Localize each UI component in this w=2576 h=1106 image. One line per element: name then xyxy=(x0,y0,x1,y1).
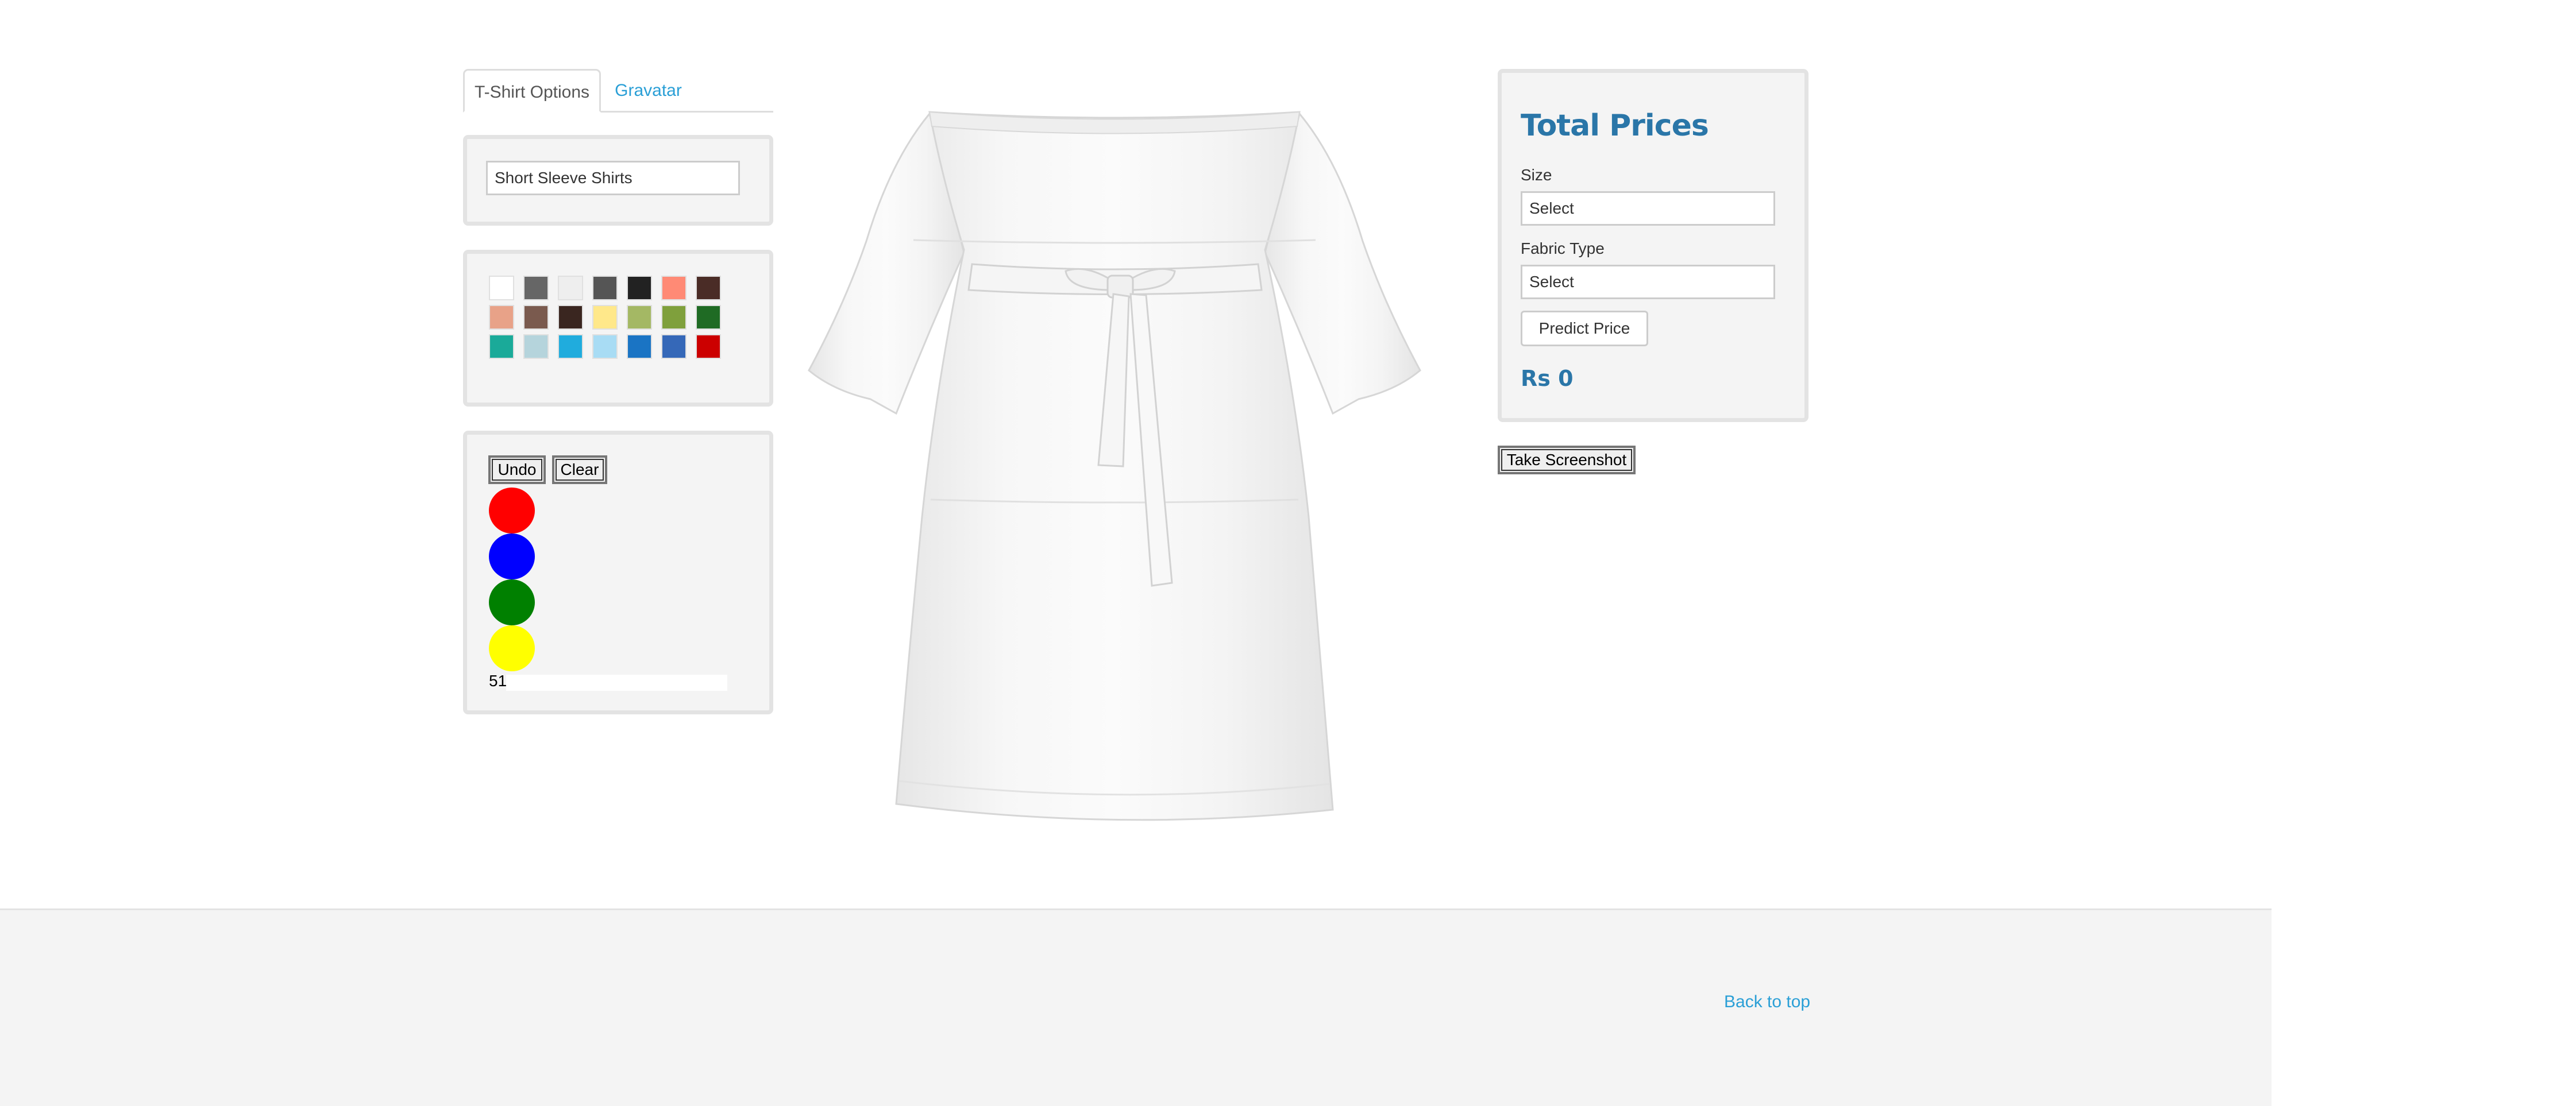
drawing-tools-panel: Undo Clear 51 xyxy=(463,431,773,714)
color-swatch[interactable] xyxy=(592,305,618,330)
fabric-type-select[interactable]: Select xyxy=(1521,265,1775,299)
color-swatch[interactable] xyxy=(627,276,652,300)
color-swatch[interactable] xyxy=(489,334,514,359)
color-swatch[interactable] xyxy=(627,334,652,359)
options-tabs: T-Shirt Options Gravatar xyxy=(463,69,773,113)
color-swatch[interactable] xyxy=(558,305,583,330)
color-swatch[interactable] xyxy=(696,334,721,359)
color-swatch[interactable] xyxy=(627,305,652,330)
brush-color-blue[interactable] xyxy=(489,533,535,579)
color-swatch[interactable] xyxy=(523,276,549,300)
back-to-top-link[interactable]: Back to top xyxy=(1724,992,1810,1012)
color-swatch[interactable] xyxy=(592,334,618,359)
brush-color-red[interactable] xyxy=(489,488,535,533)
total-prices-panel: Total Prices Size Select Fabric Type Sel… xyxy=(1498,69,1808,422)
brush-size-slider[interactable] xyxy=(506,675,727,691)
color-swatch[interactable] xyxy=(696,305,721,330)
product-dress-image xyxy=(808,111,1421,821)
predict-price-button[interactable]: Predict Price xyxy=(1521,311,1648,346)
color-swatch[interactable] xyxy=(661,334,687,359)
brush-size-value: 51 xyxy=(489,672,507,690)
clear-button[interactable]: Clear xyxy=(552,455,607,484)
size-label: Size xyxy=(1521,166,1552,184)
color-swatch[interactable] xyxy=(558,334,583,359)
color-swatch[interactable] xyxy=(696,276,721,300)
brush-color-yellow[interactable] xyxy=(489,625,535,671)
color-swatch[interactable] xyxy=(661,276,687,300)
color-swatch[interactable] xyxy=(523,305,549,330)
color-palette-panel xyxy=(463,250,773,407)
undo-button[interactable]: Undo xyxy=(488,455,546,484)
footer: Back to top xyxy=(0,908,2272,1106)
tab-tshirt-options[interactable]: T-Shirt Options xyxy=(463,69,601,113)
take-screenshot-button[interactable]: Take Screenshot xyxy=(1498,446,1636,474)
color-swatch[interactable] xyxy=(489,276,514,300)
size-select[interactable]: Select xyxy=(1521,191,1775,226)
brush-color-green[interactable] xyxy=(489,579,535,625)
color-swatch[interactable] xyxy=(661,305,687,330)
shirt-type-panel: Short Sleeve Shirts xyxy=(463,135,773,226)
fabric-type-label: Fabric Type xyxy=(1521,239,1605,257)
color-swatch[interactable] xyxy=(523,334,549,359)
color-swatch[interactable] xyxy=(558,276,583,300)
color-swatch[interactable] xyxy=(489,305,514,330)
prices-title: Total Prices xyxy=(1521,109,1709,143)
shirt-type-select[interactable]: Short Sleeve Shirts xyxy=(486,161,740,195)
tab-gravatar[interactable]: Gravatar xyxy=(601,69,696,113)
color-swatch[interactable] xyxy=(592,276,618,300)
price-result: Rs 0 xyxy=(1521,366,1574,391)
